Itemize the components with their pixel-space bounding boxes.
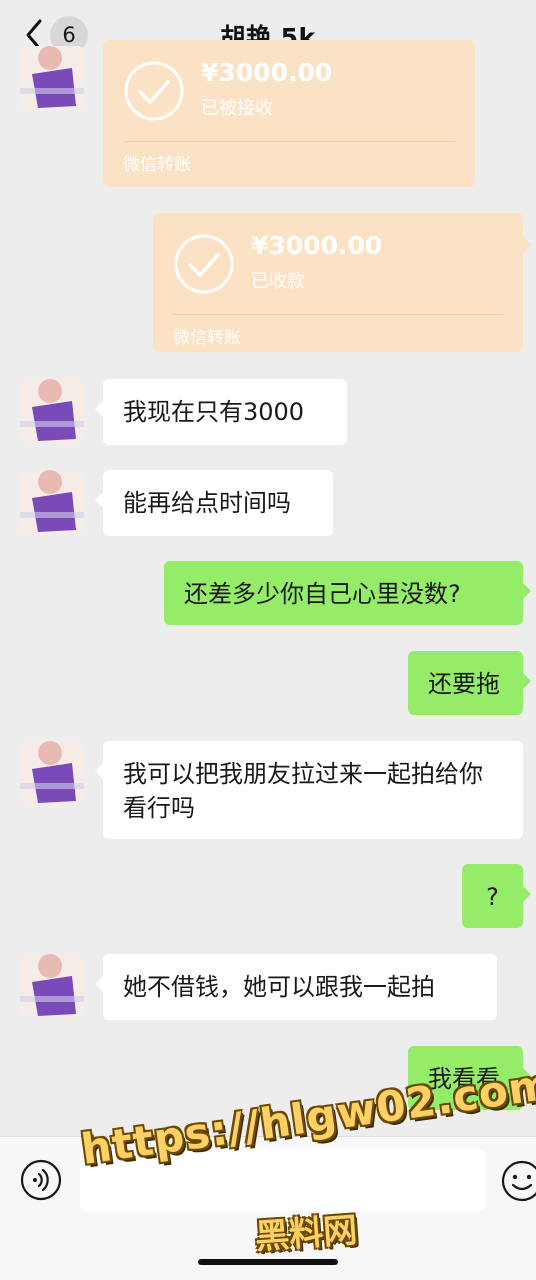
watermark-name: 黑料网 xyxy=(253,1210,359,1258)
avatar[interactable] xyxy=(20,470,84,534)
message-bubble-outgoing[interactable]: ? xyxy=(462,864,531,928)
avatar-image xyxy=(20,741,84,805)
message-bubble-incoming[interactable]: 我现在只有3000 xyxy=(95,379,347,445)
transfer-footer: 微信转账 xyxy=(173,328,241,348)
message-bubble-incoming[interactable]: 我可以把我朋友拉过来一起拍给你看行吗 xyxy=(95,741,523,839)
avatar-image xyxy=(20,954,84,1018)
transfer-footer: 微信转账 xyxy=(123,155,191,175)
transfer-amount: ¥3000.00 xyxy=(251,231,383,260)
avatar-image xyxy=(20,46,84,110)
message-bubble-outgoing[interactable]: 还要拖 xyxy=(408,651,531,715)
avatar[interactable] xyxy=(20,741,84,805)
message-bubble-incoming[interactable]: 她不借钱，她可以跟我一起拍 xyxy=(95,954,497,1020)
divider xyxy=(123,141,455,142)
avatar[interactable] xyxy=(20,954,84,1018)
check-circle-icon xyxy=(124,61,184,121)
transfer-card[interactable]: ¥3000.00 已收款 微信转账 xyxy=(153,213,531,352)
emoji-icon[interactable] xyxy=(500,1159,536,1203)
transfer-amount: ¥3000.00 xyxy=(201,58,333,87)
transfer-status: 已收款 xyxy=(251,271,305,292)
avatar[interactable] xyxy=(20,379,84,443)
check-circle-icon xyxy=(174,234,234,294)
avatar-image xyxy=(20,379,84,443)
home-indicator xyxy=(198,1259,338,1265)
voice-icon[interactable] xyxy=(20,1159,62,1201)
divider xyxy=(173,314,503,315)
transfer-card[interactable]: ¥3000.00 已被接收 微信转账 xyxy=(103,40,475,187)
avatar[interactable] xyxy=(20,46,84,110)
avatar-image xyxy=(20,470,84,534)
message-bubble-outgoing[interactable]: 还差多少你自己心里没数? xyxy=(164,561,531,625)
transfer-status: 已被接收 xyxy=(201,98,273,119)
message-bubble-incoming[interactable]: 能再给点时间吗 xyxy=(95,470,333,536)
